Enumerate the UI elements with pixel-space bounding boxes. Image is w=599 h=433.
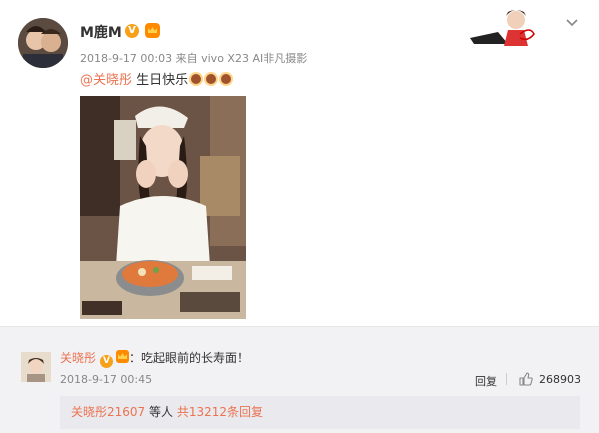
action-separator	[506, 373, 507, 385]
verified-icon: V	[125, 24, 139, 38]
comment-time: 2018-9-17 00:45	[60, 373, 153, 386]
commenter-avatar[interactable]	[21, 352, 51, 382]
replies-summary[interactable]: 关晓彤21607 等人 共13212条回复	[60, 396, 580, 429]
vip-crown-icon	[116, 350, 130, 363]
reply-suffix: 等人	[145, 405, 177, 419]
chevron-down-icon[interactable]	[565, 16, 579, 30]
cake-emoji	[219, 72, 234, 86]
cake-emoji	[204, 72, 219, 86]
weibo-post: M鹿M V 2018-9-17 00:03 来自 vivo X23 AI非凡摄影…	[0, 0, 599, 326]
reply-button[interactable]: 回复	[475, 373, 497, 389]
author-avatar[interactable]	[18, 18, 68, 68]
post-meta: 2018-9-17 00:03 来自 vivo X23 AI非凡摄影	[80, 52, 308, 65]
author-name[interactable]: M鹿M	[80, 22, 122, 42]
cake-emoji	[189, 72, 204, 86]
thumbs-up-icon[interactable]	[519, 372, 533, 386]
comment-text: ：吃起眼前的长寿面！	[129, 351, 250, 365]
comment-line: 关晓彤 V ：吃起眼前的长寿面！	[60, 349, 249, 368]
verified-icon: V	[100, 355, 114, 368]
mention-link[interactable]: @关晓彤	[80, 73, 132, 88]
decoration-card-icon	[470, 10, 535, 46]
post-text: @关晓彤 生日快乐	[80, 69, 234, 88]
vip-crown-icon	[145, 23, 160, 38]
comment-section: 关晓彤 V ：吃起眼前的长寿面！ 2018-9-17 00:45 回复 268903…	[0, 327, 599, 433]
commenter-name[interactable]: 关晓彤	[60, 351, 96, 365]
reply-users[interactable]: 关晓彤21607	[71, 405, 145, 419]
view-replies-link[interactable]: 共13212条回复	[177, 405, 263, 419]
post-text-body: 生日快乐	[132, 73, 189, 88]
like-count: 268903	[539, 373, 581, 386]
post-photo[interactable]	[80, 96, 246, 319]
